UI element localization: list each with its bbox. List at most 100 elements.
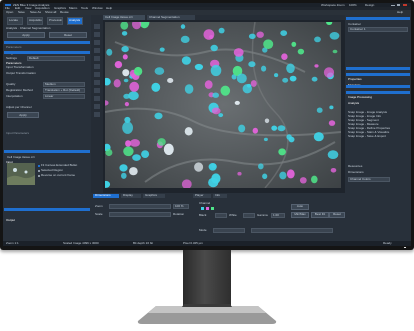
list-item[interactable]: Snap Image - Save & Export [348, 135, 408, 138]
measure-icon[interactable] [94, 56, 100, 61]
cell-nucleus [159, 47, 165, 52]
zoom-icon[interactable] [94, 32, 100, 37]
resources-label[interactable]: Resources [348, 165, 388, 168]
container-value: Container 1 [350, 28, 366, 31]
apply-button[interactable]: Apply [7, 32, 45, 38]
auto-button[interactable]: Auto [291, 204, 309, 210]
param-interpolation-label: Interpolation [6, 95, 23, 98]
input-option-checkbox-2[interactable] [38, 170, 40, 172]
help-label[interactable]: Help [397, 11, 409, 14]
cell-nucleus [218, 113, 224, 118]
param-adjust-channel-label: Adjust per Channel [6, 106, 32, 109]
reset-button[interactable]: Reset [49, 32, 87, 38]
zoom-input[interactable]: 100 % [173, 204, 189, 209]
tab-player[interactable]: Player [193, 194, 211, 198]
section-properties[interactable]: Properties [346, 67, 410, 81]
close-icon[interactable] [403, 4, 407, 6]
tab-document-1[interactable]: Cell Image tissue.czi [103, 15, 145, 20]
range-slider[interactable] [251, 228, 333, 233]
mode-dropdown[interactable] [213, 228, 245, 233]
tab-dimensions[interactable]: Dimensions [93, 194, 119, 198]
toolbar-show-all-button[interactable]: Show all [45, 11, 58, 14]
fit-icon[interactable] [94, 96, 100, 101]
param-input-transform-label: Input Transformation [6, 66, 34, 69]
tab-display[interactable]: Display [121, 194, 141, 198]
input-option-checkbox-1[interactable] [38, 165, 40, 167]
toolbar-save-button[interactable]: Save [18, 11, 28, 14]
tab-processing[interactable]: Processing [47, 17, 63, 25]
tab-graphics[interactable]: Graphics [143, 194, 165, 198]
zoom-slider[interactable] [109, 204, 171, 209]
cell-nucleus [119, 164, 128, 172]
crop-icon[interactable] [94, 80, 100, 85]
home-icon[interactable] [94, 112, 100, 117]
tab-document-2[interactable]: Channel Segmentation [147, 15, 195, 20]
tab-analysis[interactable]: Analysis [67, 17, 83, 25]
reset-display-button[interactable]: Reset [329, 212, 345, 218]
channel-colors-field[interactable]: Channel Colors [348, 177, 390, 182]
adjust-channel-button[interactable]: Apply [7, 112, 39, 118]
list-item[interactable]: Snap Image - Image Analysis [348, 111, 408, 114]
toolbar-reuse-button[interactable]: Reuse [60, 11, 72, 14]
maximize-icon[interactable] [397, 4, 400, 6]
snap-icon[interactable] [94, 104, 100, 109]
list-item[interactable]: Snap Image - Define Properties [348, 127, 408, 130]
cell-nucleus [286, 63, 295, 74]
cell-nucleus [313, 132, 324, 142]
channel-color-2[interactable] [206, 207, 209, 210]
tab-document-2-label: Channel Segmentation [149, 15, 180, 19]
tab-locate-label: Locate [9, 18, 19, 22]
toolbar-open-button[interactable]: Open [6, 11, 16, 14]
white-level-input[interactable] [243, 213, 255, 218]
list-item[interactable]: Snap Image - Measure [348, 123, 408, 126]
scale-slider[interactable] [109, 212, 171, 217]
section-parameters[interactable]: Parameters [4, 51, 90, 65]
right-panel-header[interactable]: Image Processing [346, 17, 410, 31]
section-image[interactable]: Image [4, 41, 90, 55]
grid-icon[interactable] [94, 88, 100, 93]
section-input[interactable]: Input [4, 150, 90, 164]
draw-icon[interactable] [94, 64, 100, 69]
rotate-icon[interactable] [94, 48, 100, 53]
gamma-input[interactable]: 1.00 [271, 213, 285, 218]
input-image-thumbnail[interactable] [7, 163, 35, 185]
cell-nucleus [129, 81, 140, 92]
cell-nucleus [184, 127, 193, 136]
toolbar-save-as-button[interactable]: Save As [30, 11, 43, 14]
dimensions-label[interactable]: Dimensions [348, 171, 388, 174]
input-option-checkbox-3[interactable] [38, 175, 40, 177]
pan-icon[interactable] [94, 40, 100, 45]
cell-nucleus [211, 173, 221, 184]
quality-dropdown[interactable]: Medium [43, 82, 85, 87]
pointer-icon[interactable] [94, 24, 100, 29]
min-max-button[interactable]: Min/Max [291, 212, 309, 218]
tab-acquisition[interactable]: Acquisition [27, 17, 43, 25]
interpolation-dropdown[interactable]: Linear [43, 94, 85, 99]
power-led-icon [404, 247, 406, 248]
section-output[interactable]: Output [4, 208, 90, 222]
list-item[interactable]: Snap Image - Stain & Visualize [348, 131, 408, 134]
section-image-processing[interactable]: Image Processing [346, 85, 410, 99]
cell-nucleus [113, 79, 121, 88]
minimize-icon[interactable] [391, 4, 395, 6]
tab-acquisition-label: Acquisition [29, 18, 42, 22]
registration-dropdown[interactable]: Translation + Rot (Default) [43, 88, 85, 93]
channel-color-1[interactable] [201, 207, 204, 210]
microscopy-image[interactable] [105, 22, 341, 188]
tab-locate[interactable]: Locate [7, 17, 23, 25]
list-item[interactable]: Snap Image - Image Info [348, 115, 408, 118]
cell-nucleus [123, 78, 129, 83]
best-fit-button[interactable]: Best Fit [311, 212, 329, 218]
tab-info[interactable]: Info [213, 194, 227, 198]
text-icon[interactable] [94, 72, 100, 77]
tab-document-1-label: Cell Image tissue.czi [105, 15, 133, 19]
section-analysis[interactable]: Analysis [346, 91, 410, 105]
container-dropdown[interactable]: Container 1 [348, 27, 408, 32]
settings-dropdown[interactable]: Default [27, 56, 85, 61]
cell-nucleus [211, 163, 217, 168]
black-level-input[interactable] [215, 213, 227, 218]
section-metadata[interactable]: Metadata [346, 73, 410, 87]
list-item[interactable]: Snap Image - Segment [348, 119, 408, 122]
application-window: ZEN Blue 3 Image Analysis Workspace Zoom… [3, 3, 411, 246]
channel-color-3[interactable] [211, 207, 214, 210]
